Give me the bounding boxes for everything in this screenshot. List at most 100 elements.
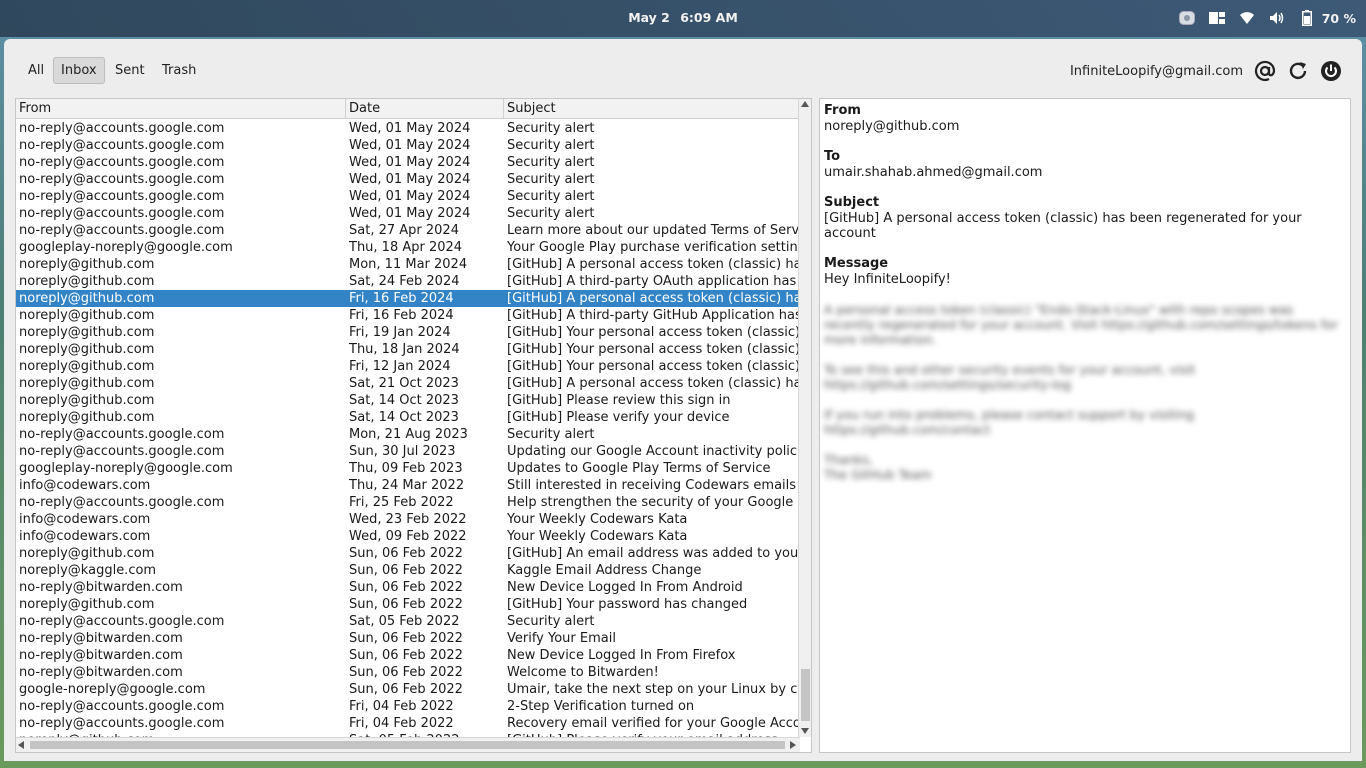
table-row[interactable]: no-reply@bitwarden.com Sun, 06 Feb 2022 Ne… [16,579,799,596]
cell-from: google-noreply@google.com [19,682,206,697]
account-address: InfiniteLoopify@gmail.com [1069,64,1243,79]
cell-from: no-reply@bitwarden.com [19,631,183,646]
cell-subject: [GitHub] Please review this sign in [507,393,731,408]
vertical-scrollbar[interactable] [798,99,811,737]
table-row[interactable]: noreply@github.com Sun, 06 Feb 2022 [GitHu… [16,596,799,613]
cell-from: no-reply@accounts.google.com [19,427,225,442]
table-row[interactable]: noreply@github.com Fri, 16 Feb 2024 [GitHu… [16,290,799,307]
table-row[interactable]: info@codewars.com Thu, 24 Mar 2022 Still i… [16,477,799,494]
table-row[interactable]: no-reply@accounts.google.com Sun, 30 Jul … [16,443,799,460]
cell-date: Sun, 06 Feb 2022 [349,665,463,680]
preview-from: noreply@github.com [824,119,960,134]
compose-at-icon[interactable] [1253,59,1277,83]
volume-icon[interactable] [1268,9,1286,27]
table-row[interactable]: googleplay-noreply@google.com Thu, 09 Feb… [16,460,799,477]
cell-date: Fri, 19 Jan 2024 [349,325,451,340]
cell-date: Wed, 01 May 2024 [349,189,471,204]
horizontal-scroll-thumb[interactable] [30,741,785,749]
table-row[interactable]: no-reply@accounts.google.com Wed, 01 May … [16,120,799,137]
column-header-subject[interactable]: Subject [504,99,800,119]
table-row[interactable]: no-reply@accounts.google.com Fri, 04 Feb … [16,715,799,732]
power-icon[interactable] [1319,59,1343,83]
table-row[interactable]: google-noreply@google.com Sun, 06 Feb 202… [16,681,799,698]
cell-subject: Security alert [507,138,595,153]
table-row[interactable]: no-reply@bitwarden.com Sun, 06 Feb 2022 We… [16,664,799,681]
tab-sent[interactable]: Sent [107,57,153,84]
tab-all[interactable]: All [20,57,52,84]
cell-subject: [GitHub] Your personal access token (cla… [507,342,799,357]
clock[interactable]: May 2 6:09 AM [0,10,1366,25]
cell-date: Wed, 01 May 2024 [349,138,471,153]
table-row[interactable]: noreply@github.com Sun, 06 Feb 2022 [GitHu… [16,545,799,562]
cell-from: no-reply@accounts.google.com [19,495,225,510]
tab-trash[interactable]: Trash [154,57,204,84]
column-header-from[interactable]: From [16,99,346,119]
tab-inbox[interactable]: Inbox [53,57,105,84]
scroll-left-arrow-icon[interactable] [18,741,24,749]
table-row[interactable]: no-reply@accounts.google.com Mon, 21 Aug … [16,426,799,443]
table-row[interactable]: noreply@github.com Fri, 19 Jan 2024 [GitHu… [16,324,799,341]
table-row[interactable]: no-reply@accounts.google.com Wed, 01 May … [16,205,799,222]
cell-date: Thu, 24 Mar 2022 [349,478,465,493]
table-row[interactable]: no-reply@accounts.google.com Wed, 01 May … [16,154,799,171]
table-row[interactable]: no-reply@accounts.google.com Fri, 04 Feb … [16,698,799,715]
refresh-icon[interactable] [1286,59,1310,83]
table-row[interactable]: no-reply@accounts.google.com Fri, 25 Feb … [16,494,799,511]
cell-subject: Learn more about our updated Terms of Se… [507,223,799,238]
scroll-down-arrow-icon[interactable] [801,728,809,734]
table-row[interactable]: noreply@github.com Sat, 24 Feb 2024 [GitHu… [16,273,799,290]
cell-subject: Updating our Google Account inactivity p… [507,444,798,459]
table-row[interactable]: no-reply@bitwarden.com Sun, 06 Feb 2022 Ne… [16,647,799,664]
cell-subject: Recovery email verified for your Google … [507,716,799,731]
table-row[interactable]: noreply@github.com Mon, 11 Mar 2024 [GitHu… [16,256,799,273]
table-row[interactable]: no-reply@accounts.google.com Sat, 27 Apr … [16,222,799,239]
preview-message-label: Message [824,256,889,271]
cell-subject: [GitHub] Please verify your device [507,410,730,425]
cell-date: Sun, 06 Feb 2022 [349,648,463,663]
cell-subject: Still interested in receiving Codewars e… [507,478,797,493]
cell-date: Sun, 06 Feb 2022 [349,631,463,646]
table-row[interactable]: no-reply@accounts.google.com Wed, 01 May … [16,137,799,154]
workspaces-icon[interactable] [1208,9,1226,27]
table-row[interactable]: info@codewars.com Wed, 23 Feb 2022 Your We… [16,511,799,528]
blurred-message-body: A personal access token (classic) "Endo-… [824,302,1346,482]
cell-subject: Help strengthen the security of your Goo… [507,495,794,510]
column-header-date[interactable]: Date [346,99,504,119]
cell-subject: Your Google Play purchase verification s… [507,240,798,255]
cell-subject: [GitHub] Your password has changed [507,597,748,612]
cell-date: Thu, 09 Feb 2023 [349,461,463,476]
battery-icon[interactable] [1298,9,1316,27]
cell-date: Mon, 21 Aug 2023 [349,427,468,442]
table-row[interactable]: info@codewars.com Wed, 09 Feb 2022 Your We… [16,528,799,545]
cell-subject: Umair, take the next step on your Linux … [507,682,798,697]
table-row[interactable]: noreply@github.com Fri, 12 Jan 2024 [GitHu… [16,358,799,375]
table-row[interactable]: noreply@github.com Sat, 14 Oct 2023 [GitHu… [16,392,799,409]
table-row[interactable]: noreply@github.com Sat, 21 Oct 2023 [GitHu… [16,375,799,392]
cell-date: Fri, 25 Feb 2022 [349,495,454,510]
cell-date: Sat, 21 Oct 2023 [349,376,459,391]
wifi-icon[interactable] [1238,9,1256,27]
horizontal-scrollbar[interactable] [16,737,800,752]
table-row[interactable]: no-reply@bitwarden.com Sun, 06 Feb 2022 Ve… [16,630,799,647]
table-row[interactable]: googleplay-noreply@google.com Thu, 18 Apr… [16,239,799,256]
cell-date: Sun, 06 Feb 2022 [349,546,463,561]
scroll-up-arrow-icon[interactable] [801,101,809,107]
scroll-right-arrow-icon[interactable] [790,741,796,749]
cell-from: no-reply@accounts.google.com [19,121,225,136]
cell-from: info@codewars.com [19,512,151,527]
message-paragraph: A personal access token (classic) "Endo-… [824,302,1338,347]
cell-subject: New Device Logged In From Firefox [507,648,736,663]
cell-date: Sun, 06 Feb 2022 [349,563,463,578]
cell-date: Fri, 12 Jan 2024 [349,359,451,374]
cell-from: noreply@github.com [19,597,155,612]
table-row[interactable]: noreply@github.com Fri, 16 Feb 2024 [GitHu… [16,307,799,324]
table-row[interactable]: no-reply@accounts.google.com Sat, 05 Feb … [16,613,799,630]
table-row[interactable]: no-reply@accounts.google.com Wed, 01 May … [16,171,799,188]
screen-recorder-icon[interactable] [1178,9,1196,27]
system-tray: 70 % [1178,8,1356,28]
table-row[interactable]: noreply@kaggle.com Sun, 06 Feb 2022 Kaggle… [16,562,799,579]
vertical-scroll-thumb[interactable] [801,669,810,721]
table-row[interactable]: no-reply@accounts.google.com Wed, 01 May … [16,188,799,205]
table-row[interactable]: noreply@github.com Sat, 14 Oct 2023 [GitHu… [16,409,799,426]
table-row[interactable]: noreply@github.com Thu, 18 Jan 2024 [GitHu… [16,341,799,358]
